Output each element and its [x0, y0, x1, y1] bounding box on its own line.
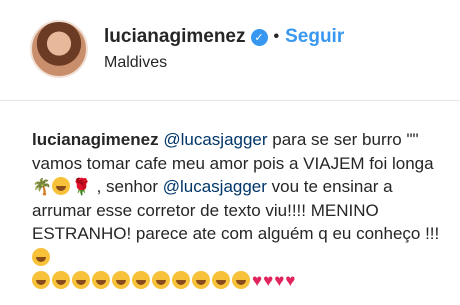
laughing-face-icon	[232, 271, 250, 289]
header-divider	[0, 100, 460, 101]
verified-badge-icon: ✓	[250, 28, 268, 46]
location-link[interactable]: Maldives	[104, 54, 344, 72]
heart-icon: ♥	[285, 271, 296, 290]
comment-mention-2[interactable]: @lucasjagger	[163, 177, 267, 196]
laughing-face-icon	[132, 271, 150, 289]
palm-tree-icon: 🌴	[32, 177, 52, 196]
header-username[interactable]: lucianagimenez	[104, 26, 246, 48]
post-header: lucianagimenez ✓ • Seguir Maldives	[0, 0, 460, 98]
laughing-face-icon	[51, 177, 70, 195]
laughing-face-icon	[92, 271, 110, 289]
laughing-face-icon	[152, 271, 170, 289]
header-top-line: lucianagimenez ✓ • Seguir	[104, 26, 344, 48]
comment-text-part-2: , senhor	[91, 177, 163, 196]
follow-button[interactable]: Seguir	[285, 26, 344, 48]
comment-username[interactable]: lucianagimenez	[32, 130, 159, 149]
laughing-face-icon	[192, 271, 210, 289]
heart-icon: ♥	[274, 271, 285, 290]
laughing-face-icon	[32, 247, 50, 266]
avatar[interactable]	[30, 20, 88, 78]
comment-text: lucianagimenez @lucasjagger para se ser …	[32, 128, 452, 293]
laughing-face-icon	[212, 271, 230, 289]
rose-icon: 🌹	[71, 177, 92, 196]
instagram-post-comment: lucianagimenez ✓ • Seguir Maldives lucia…	[0, 0, 460, 305]
heart-icon: ♥	[252, 271, 263, 290]
laughing-face-icon	[52, 271, 70, 289]
laughing-face-icon	[112, 271, 130, 289]
header-text: lucianagimenez ✓ • Seguir Maldives	[104, 26, 344, 72]
comment-mention-1[interactable]: @lucasjagger	[163, 130, 267, 149]
heart-icon: ♥	[263, 271, 274, 290]
laughing-face-icon	[72, 271, 90, 289]
laughing-face-icon	[172, 271, 190, 289]
header-separator: •	[273, 28, 280, 45]
laughing-face-icon	[32, 271, 50, 289]
